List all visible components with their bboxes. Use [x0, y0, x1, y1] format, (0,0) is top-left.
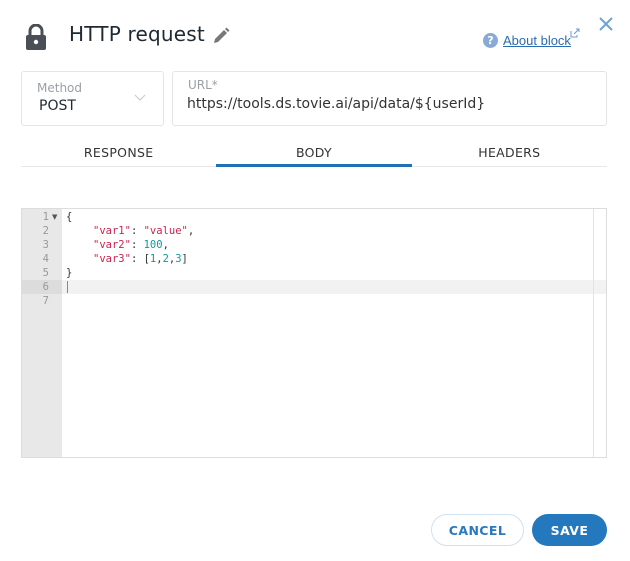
close-icon[interactable]	[597, 15, 615, 33]
editor-scrollbar[interactable]	[593, 209, 594, 457]
code-line-active	[22, 280, 606, 294]
external-link-icon	[570, 28, 580, 38]
code-line: }	[66, 267, 73, 279]
url-label: URL*	[188, 78, 218, 92]
tab-body[interactable]: BODY	[216, 139, 412, 167]
code-line: "var1": "value",	[93, 225, 195, 237]
cancel-button[interactable]: CANCEL	[431, 514, 524, 546]
line-number: 7	[42, 295, 49, 307]
tab-headers[interactable]: HEADERS	[412, 139, 607, 166]
method-select[interactable]: Method POST	[21, 71, 164, 126]
save-button[interactable]: SAVE	[532, 514, 607, 546]
lock-icon	[26, 24, 46, 50]
code-line: {	[66, 211, 73, 223]
url-field[interactable]: URL*	[172, 71, 607, 126]
url-input[interactable]	[187, 96, 587, 112]
page-title: HTTP request	[69, 22, 205, 46]
method-value: POST	[39, 98, 76, 114]
help-icon: ?	[483, 33, 498, 48]
method-label: Method	[37, 81, 83, 95]
chevron-down-icon	[134, 94, 146, 101]
pencil-icon[interactable]	[212, 27, 230, 45]
code-line: "var3": [1,2,3]	[93, 253, 188, 265]
code-editor[interactable]: 1 ▼ 2 3 4 5 6 7 { "var1": "value", "var2…	[21, 208, 607, 458]
about-block-label[interactable]: About block	[503, 33, 571, 48]
text-cursor	[67, 281, 68, 293]
tab-response[interactable]: RESPONSE	[21, 139, 216, 166]
code-line: "var2": 100,	[93, 239, 169, 251]
tab-bar: RESPONSE BODY HEADERS	[21, 139, 607, 167]
about-block-link[interactable]: ? About block	[483, 28, 580, 48]
